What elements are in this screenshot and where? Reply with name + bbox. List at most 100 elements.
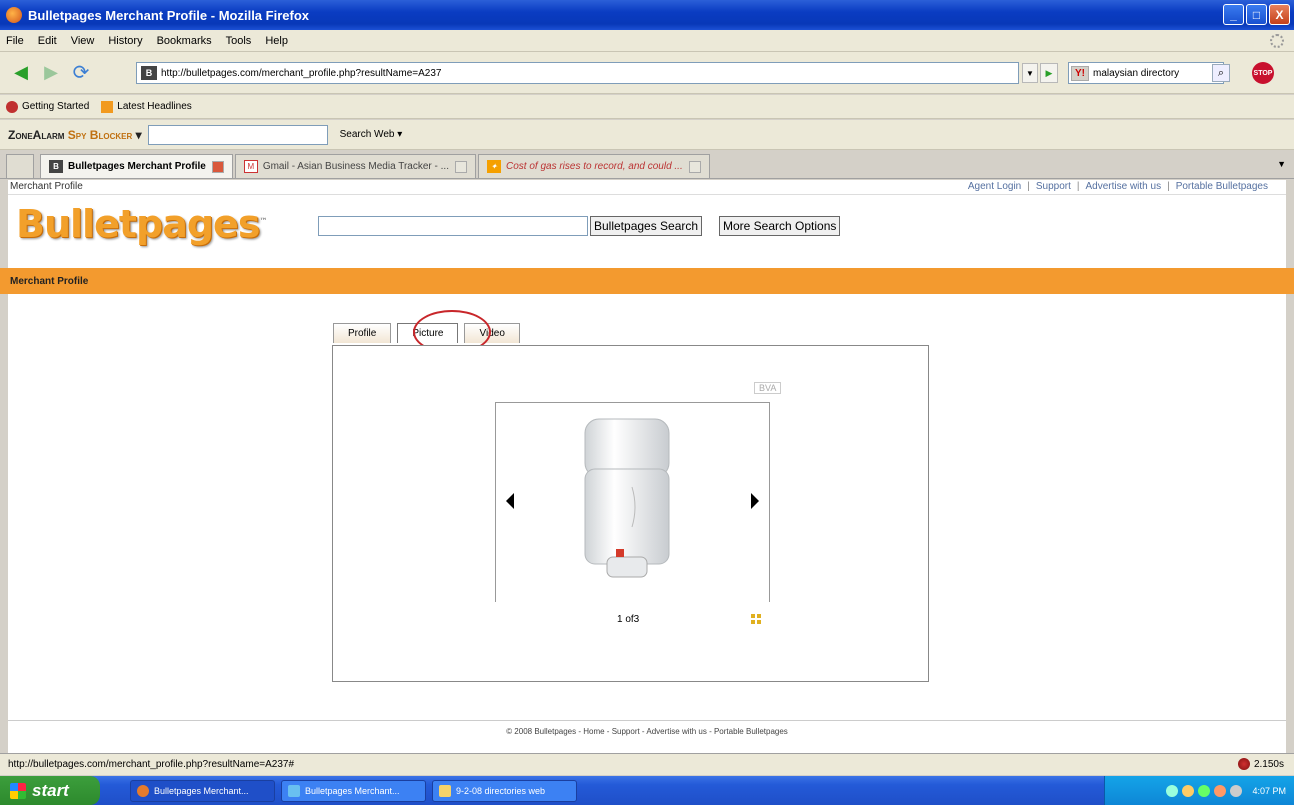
support-link[interactable]: Support	[1036, 181, 1071, 192]
tab-bulletpages[interactable]: B Bulletpages Merchant Profile	[40, 154, 233, 178]
next-arrow-icon[interactable]	[751, 493, 759, 509]
maximize-button[interactable]: □	[1246, 4, 1267, 25]
more-search-options-button[interactable]: More Search Options	[719, 216, 841, 236]
zonealarm-search-input[interactable]	[147, 124, 328, 145]
minimize-button[interactable]: _	[1223, 4, 1244, 25]
agent-login-link[interactable]: Agent Login	[968, 181, 1021, 192]
url-bar[interactable]: B http://bulletpages.com/merchant_profil…	[136, 62, 1019, 84]
top-strip: Merchant Profile Agent Login | Support |…	[8, 180, 1286, 195]
status-bar: http://bulletpages.com/merchant_profile.…	[0, 753, 1294, 775]
image-counter: 1 of3	[617, 614, 640, 625]
stop-icon[interactable]: STOP	[1252, 62, 1274, 84]
tray-icon[interactable]	[1198, 784, 1211, 797]
windows-taskbar: start Bulletpages Merchant... Bulletpage…	[0, 776, 1294, 805]
zonealarm-logo[interactable]: ZoneAlarm Spy Blocker ▾	[8, 128, 142, 142]
bookmark-getting-started[interactable]: Getting Started	[6, 100, 90, 113]
search-input[interactable]: Y! malaysian directory	[1068, 62, 1224, 84]
portable-bulletpages-link[interactable]: Portable Bulletpages	[1176, 181, 1268, 192]
tray-icon[interactable]	[1214, 784, 1227, 797]
tab-label: Gmail - Asian Business Media Tracker - .…	[262, 161, 449, 172]
bulletpages-search-button[interactable]: Bulletpages Search	[590, 216, 703, 236]
page-footer: © 2008 Bulletpages - Home - Support - Ad…	[8, 720, 1286, 736]
close-tab-icon[interactable]	[454, 160, 467, 173]
menu-history[interactable]: History	[108, 35, 142, 47]
go-button[interactable]: ▶	[1040, 63, 1058, 83]
close-tab-icon[interactable]	[211, 160, 224, 173]
bulletpages-favicon: B	[49, 160, 63, 173]
close-tab-icon[interactable]	[688, 160, 701, 173]
zonealarm-brand: ZoneAlarm	[8, 127, 65, 142]
previous-arrow-icon[interactable]	[506, 493, 514, 509]
tab-profile[interactable]: Profile	[333, 323, 392, 343]
taskbar-item-firefox[interactable]: Bulletpages Merchant...	[130, 779, 275, 802]
yahoo-search-engine-icon[interactable]: Y!	[1071, 65, 1089, 81]
section-title: Merchant Profile	[10, 275, 89, 287]
start-button[interactable]: start	[0, 776, 100, 805]
windows-logo-icon	[10, 782, 26, 799]
load-time: 2.150s	[1253, 758, 1284, 770]
advertise-link[interactable]: Advertise with us	[1086, 181, 1162, 192]
zonealarm-product: Spy Blocker	[67, 127, 133, 142]
page-content: Merchant Profile Agent Login | Support |…	[0, 180, 1294, 753]
folder-icon	[439, 784, 451, 797]
bookmark-latest-headlines[interactable]: Latest Headlines	[101, 100, 192, 113]
tab-label: Bulletpages Merchant Profile	[68, 161, 206, 172]
menu-file[interactable]: File	[6, 35, 24, 47]
trademark-mark: ™	[259, 216, 267, 226]
reload-icon[interactable]: ⟳	[68, 62, 94, 84]
tab-news[interactable]: ✦ Cost of gas rises to record, and could…	[477, 154, 710, 178]
link-separator: |	[1076, 181, 1080, 192]
menu-bar: File Edit View History Bookmarks Tools H…	[0, 30, 1294, 52]
zonealarm-toolbar: ZoneAlarm Spy Blocker ▾ Search Web ▾	[0, 120, 1294, 150]
tray-icon[interactable]	[1166, 784, 1179, 797]
tab-label: Cost of gas rises to record, and could .…	[505, 161, 683, 172]
link-separator: |	[1167, 181, 1170, 192]
menu-bookmarks[interactable]: Bookmarks	[157, 35, 212, 47]
status-right: 2.150s	[1237, 758, 1284, 770]
menu-help[interactable]: Help	[265, 35, 288, 47]
window-titlebar: Bulletpages Merchant Profile - Mozilla F…	[0, 0, 1294, 30]
close-button[interactable]: X	[1269, 4, 1290, 25]
bookmarks-toolbar: Getting Started Latest Headlines	[0, 95, 1294, 119]
tray-icon[interactable]	[1182, 784, 1195, 797]
breadcrumb: Merchant Profile	[10, 181, 83, 192]
bulletpages-logo[interactable]: Bulletpages™	[16, 202, 267, 246]
taskbar-item-folder[interactable]: 9-2-08 directories web	[432, 779, 577, 802]
ie-icon	[288, 784, 300, 797]
picture-panel: BVA 1 of3	[332, 345, 929, 682]
window-controls: _ □ X	[1223, 4, 1290, 25]
tray-icon[interactable]	[1230, 784, 1243, 797]
grid-view-icon[interactable]	[751, 614, 761, 624]
menu-view[interactable]: View	[71, 35, 95, 47]
site-search-input[interactable]	[318, 216, 588, 236]
menu-tools[interactable]: Tools	[226, 35, 252, 47]
bookmark-label: Getting Started	[22, 101, 90, 112]
top-links: Agent Login | Support | Advertise with u…	[968, 181, 1268, 192]
new-tab-button[interactable]	[6, 154, 34, 178]
browser-tab-bar: B Bulletpages Merchant Profile M Gmail -…	[0, 151, 1294, 179]
bookmark-label: Latest Headlines	[117, 101, 192, 112]
search-go-icon[interactable]: ⌕	[1212, 64, 1230, 82]
tab-gmail[interactable]: M Gmail - Asian Business Media Tracker -…	[234, 154, 476, 178]
taskbar-item-ie[interactable]: Bulletpages Merchant...	[281, 779, 426, 802]
clock: 4:07 PM	[1252, 785, 1286, 796]
menu-edit[interactable]: Edit	[38, 35, 57, 47]
gmail-icon: M	[243, 160, 258, 173]
link-separator: |	[1027, 181, 1030, 192]
getting-started-icon	[6, 100, 18, 113]
throbber-icon	[1270, 34, 1284, 48]
load-time-icon	[1237, 758, 1250, 770]
task-label: 9-2-08 directories web	[456, 785, 546, 796]
navigation-toolbar: ◀ ▶ ⟳ B http://bulletpages.com/merchant_…	[0, 52, 1294, 94]
firefox-icon	[6, 7, 22, 23]
back-button[interactable]: ◀	[8, 62, 34, 84]
task-label: Bulletpages Merchant...	[154, 785, 249, 796]
start-label: start	[32, 780, 69, 800]
tab-list-icon[interactable]: ▼	[1277, 159, 1286, 169]
url-dropdown-icon[interactable]: ▼	[1022, 63, 1038, 83]
bva-badge: BVA	[754, 382, 782, 394]
zonealarm-search-web-button[interactable]: Search Web ▾	[340, 129, 403, 140]
forward-button[interactable]: ▶	[38, 62, 64, 84]
site-favicon: B	[141, 66, 157, 80]
logo-text: Bulletpages	[16, 202, 260, 246]
